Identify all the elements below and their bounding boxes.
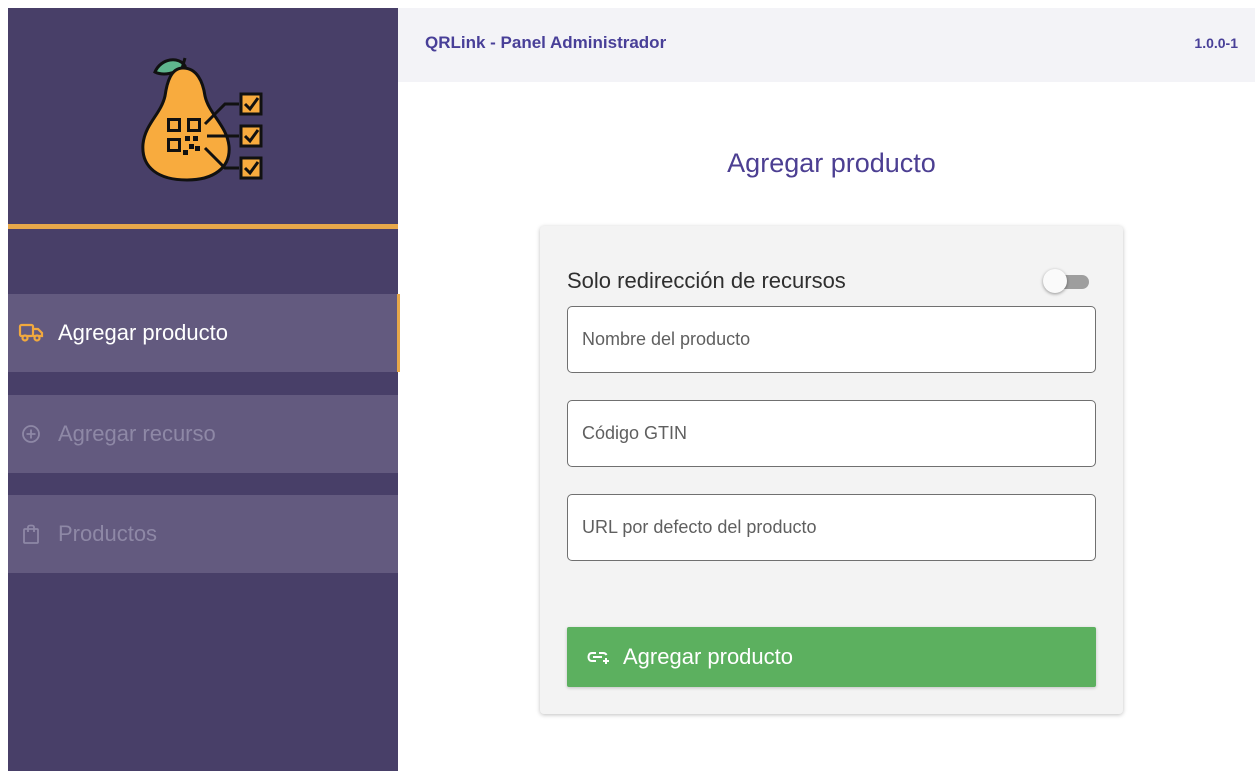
- toggle-knob: [1043, 269, 1067, 293]
- sidebar: Agregar producto Agregar recurso Product…: [8, 8, 400, 771]
- default-url-field: [567, 494, 1096, 561]
- sidebar-item-agregar-producto[interactable]: Agregar producto: [8, 294, 400, 372]
- plus-circle-icon: [18, 421, 44, 447]
- logo-area: [8, 8, 398, 224]
- redirect-toggle-label: Solo redirección de recursos: [567, 268, 846, 293]
- add-product-form: Solo redirección de recursos Agregar pro…: [540, 226, 1123, 714]
- logo-divider: [8, 224, 398, 229]
- truck-icon: [18, 320, 44, 346]
- add-product-button-label: Agregar producto: [623, 644, 793, 669]
- sidebar-item-agregar-recurso[interactable]: Agregar recurso: [8, 395, 398, 473]
- sidebar-item-label: Productos: [58, 521, 158, 546]
- product-name-input[interactable]: [568, 307, 1095, 372]
- sidebar-item-productos[interactable]: Productos: [8, 495, 398, 573]
- link-add-icon: [587, 649, 611, 665]
- sidebar-item-label: Agregar producto: [58, 320, 228, 345]
- version-label: 1.0.0-1: [1194, 35, 1238, 51]
- default-url-input[interactable]: [568, 495, 1095, 560]
- toggle-row: Solo redirección de recursos: [567, 266, 1093, 296]
- sidebar-item-label: Agregar recurso: [58, 421, 216, 446]
- gtin-field: [567, 400, 1096, 467]
- product-name-field: [567, 306, 1096, 373]
- gtin-input[interactable]: [568, 401, 1095, 466]
- shopping-bag-icon: [18, 521, 44, 547]
- add-product-button[interactable]: Agregar producto: [567, 627, 1096, 687]
- page-title: Agregar producto: [727, 148, 936, 178]
- topbar: QRLink - Panel Administrador 1.0.0-1: [398, 8, 1255, 82]
- app-title: QRLink - Panel Administrador: [425, 33, 667, 52]
- redirect-toggle[interactable]: [1043, 268, 1093, 294]
- app-logo: [141, 57, 263, 182]
